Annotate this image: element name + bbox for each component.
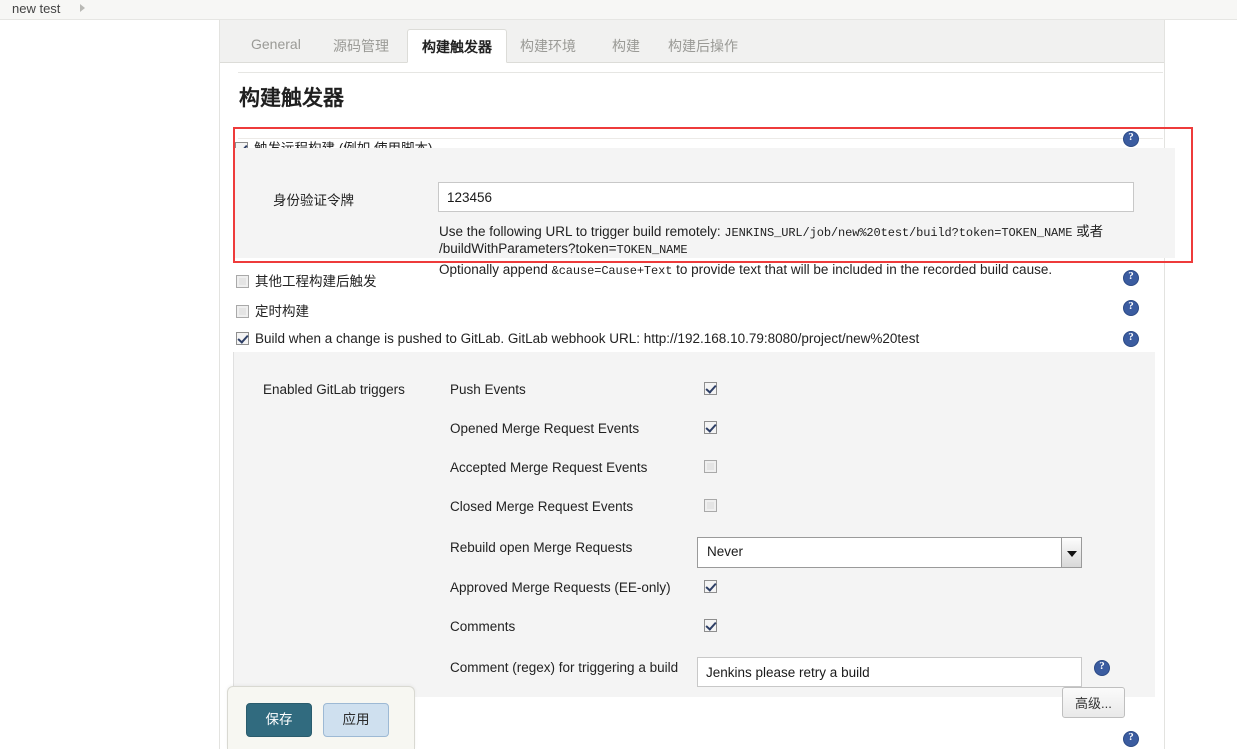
accepted-mr-events-row (704, 459, 723, 474)
help-line1-text-b: 或者 (1076, 224, 1104, 239)
approved-mr-label: Approved Merge Requests (EE-only) (450, 580, 671, 595)
comments-checkbox[interactable] (704, 619, 717, 632)
help-line2-token: TOKEN_NAME (616, 243, 688, 257)
other-project-trigger-checkbox[interactable] (236, 275, 249, 288)
timer-trigger-label: 定时构建 (255, 304, 309, 319)
breadcrumb-item-new-test[interactable]: new test (12, 1, 60, 16)
timer-trigger-row: 定时构建 (236, 300, 309, 320)
right-gutter (1164, 20, 1237, 749)
other-project-trigger-help-icon[interactable] (1123, 270, 1139, 286)
auth-token-input[interactable] (438, 182, 1134, 212)
chevron-down-icon[interactable] (1061, 538, 1081, 567)
comment-regex-input[interactable] (697, 657, 1082, 687)
page-title: 构建触发器 (239, 87, 344, 110)
other-project-trigger-row: 其他工程构建后触发 (236, 270, 377, 290)
gitlab-trigger-row: Build when a change is pushed to GitLab.… (236, 331, 919, 346)
gitlab-trigger-label: Build when a change is pushed to GitLab.… (255, 331, 920, 346)
config-tab-bar: General 源码管理 构建触发器 构建环境 构建 构建后操作 (220, 20, 1164, 63)
gitlab-triggers-panel: Enabled GitLab triggers Push Events Open… (233, 352, 1155, 697)
opened-mr-events-checkbox[interactable] (704, 421, 717, 434)
comment-regex-label: Comment (regex) for triggering a build (450, 660, 679, 675)
closed-mr-events-checkbox[interactable] (704, 499, 717, 512)
rebuild-open-mr-value: Never (707, 544, 744, 559)
timer-trigger-checkbox[interactable] (236, 305, 249, 318)
closed-mr-events-row (704, 498, 723, 513)
auth-token-label: 身份验证令牌 (273, 193, 354, 208)
tab-general[interactable]: General (237, 29, 315, 63)
help-line3-param: &cause=Cause+Text (551, 264, 673, 278)
push-events-checkbox[interactable] (704, 382, 717, 395)
accepted-mr-events-checkbox[interactable] (704, 460, 717, 473)
comments-label: Comments (450, 619, 516, 634)
help-line3-text-a: Optionally append (439, 262, 548, 277)
help-line3-text-b: to provide text that will be included in… (676, 262, 1053, 277)
enabled-gitlab-triggers-label: Enabled GitLab triggers (263, 382, 405, 397)
comment-regex-help-icon[interactable] (1094, 660, 1110, 676)
breadcrumb-bar: new test (0, 0, 1237, 20)
gitlab-trigger-checkbox[interactable] (236, 332, 249, 345)
tab-source-code[interactable]: 源码管理 (319, 29, 403, 63)
approved-mr-checkbox[interactable] (704, 580, 717, 593)
save-button-label: 保存 (265, 712, 293, 727)
opened-mr-events-row (704, 420, 723, 435)
approved-mr-row (704, 579, 723, 594)
remote-trigger-token-panel: 身份验证令牌 Use the following URL to trigger … (235, 148, 1175, 278)
save-bar: 保存 应用 (227, 686, 415, 749)
tab-build[interactable]: 构建 (598, 29, 654, 63)
remote-trigger-help-icon[interactable] (1123, 131, 1139, 147)
timer-trigger-help-icon[interactable] (1123, 300, 1139, 316)
help-line1-url: JENKINS_URL/job/new%20test/build?token=T… (724, 226, 1073, 240)
comments-row (704, 618, 723, 633)
closed-mr-events-label: Closed Merge Request Events (450, 499, 634, 514)
push-events-label: Push Events (450, 382, 526, 397)
content-panel: General 源码管理 构建触发器 构建环境 构建 构建后操作 构建触发器 触… (220, 20, 1193, 749)
opened-mr-events-label: Opened Merge Request Events (450, 421, 640, 436)
title-divider-top (238, 72, 1163, 73)
page-canvas: General 源码管理 构建触发器 构建环境 构建 构建后操作 构建触发器 触… (0, 20, 1237, 749)
help-line2-text-a: /buildWithParameters?token= (439, 241, 617, 256)
footer-help-icon[interactable] (1123, 731, 1139, 747)
tab-build-env[interactable]: 构建环境 (506, 29, 590, 63)
other-project-trigger-label: 其他工程构建后触发 (255, 274, 377, 289)
apply-button-label: 应用 (342, 712, 370, 727)
gitlab-trigger-help-icon[interactable] (1123, 331, 1139, 347)
tab-build-triggers[interactable]: 构建触发器 (407, 29, 507, 63)
chevron-right-icon[interactable] (80, 4, 85, 12)
rebuild-open-mr-select[interactable]: Never (697, 537, 1082, 568)
save-button[interactable]: 保存 (246, 703, 312, 737)
left-gutter (0, 20, 220, 749)
advanced-button[interactable]: 高级... (1062, 687, 1125, 718)
rebuild-open-mr-label: Rebuild open Merge Requests (450, 540, 633, 555)
remote-trigger-help-line-3: Optionally append &cause=Cause+Text to p… (439, 262, 1052, 278)
help-line1-text-a: Use the following URL to trigger build r… (439, 224, 721, 239)
tab-post-build[interactable]: 构建后操作 (654, 29, 752, 63)
remote-trigger-help-line-2: /buildWithParameters?token=TOKEN_NAME (439, 241, 688, 257)
push-events-row (704, 381, 723, 396)
remote-trigger-help-line-1: Use the following URL to trigger build r… (439, 220, 1103, 240)
apply-button[interactable]: 应用 (323, 703, 389, 737)
accepted-mr-events-label: Accepted Merge Request Events (450, 460, 648, 475)
